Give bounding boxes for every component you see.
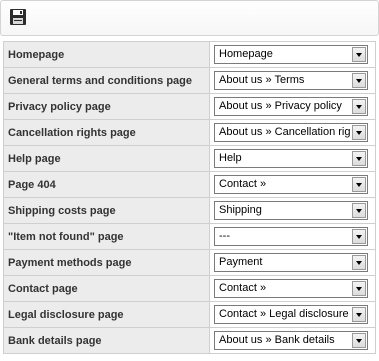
chevron-down-icon[interactable]: [352, 333, 366, 348]
selected-value: Help: [219, 152, 242, 164]
chevron-down-icon[interactable]: [352, 151, 366, 166]
selected-value: Contact » Legal disclosure: [219, 308, 349, 320]
table-row: General terms and conditions page About …: [3, 67, 376, 94]
selected-value: About us » Cancellation rig: [219, 126, 350, 138]
selected-value: ---: [219, 230, 230, 242]
row-label-404: Page 404: [3, 171, 210, 198]
contact-page-select[interactable]: Contact »: [214, 279, 368, 298]
table-row: Legal disclosure page Contact » Legal di…: [3, 301, 376, 328]
selected-value: Payment: [219, 256, 263, 268]
chevron-down-icon[interactable]: [352, 47, 366, 62]
chevron-down-icon[interactable]: [352, 229, 366, 244]
item-not-found-select[interactable]: ---: [214, 227, 368, 246]
chevron-down-icon[interactable]: [352, 307, 366, 322]
selected-value: Homepage: [219, 48, 273, 60]
page-assignment-table: Homepage Homepage General terms and cond…: [3, 41, 376, 354]
homepage-select[interactable]: Homepage: [214, 45, 368, 64]
selected-value: About us » Bank details: [219, 334, 335, 346]
table-row: Privacy policy page About us » Privacy p…: [3, 93, 376, 120]
table-row: Page 404 Contact »: [3, 171, 376, 198]
row-label-help: Help page: [3, 145, 210, 172]
selected-value: Contact »: [219, 282, 267, 294]
table-row: Homepage Homepage: [3, 41, 376, 68]
cancellation-page-select[interactable]: About us » Cancellation rig: [214, 123, 368, 142]
table-row: Cancellation rights page About us » Canc…: [3, 119, 376, 146]
legal-page-select[interactable]: Contact » Legal disclosure: [214, 305, 368, 324]
chevron-down-icon[interactable]: [352, 99, 366, 114]
chevron-down-icon[interactable]: [352, 73, 366, 88]
row-label-payment: Payment methods page: [3, 249, 210, 276]
help-page-select[interactable]: Help: [214, 149, 368, 168]
chevron-down-icon[interactable]: [352, 281, 366, 296]
row-label-shipping: Shipping costs page: [3, 197, 210, 224]
table-row: Bank details page About us » Bank detail…: [3, 327, 376, 354]
selected-value: Shipping: [219, 204, 262, 216]
shipping-page-select[interactable]: Shipping: [214, 201, 368, 220]
table-row: Payment methods page Payment: [3, 249, 376, 276]
row-label-legal: Legal disclosure page: [3, 301, 210, 328]
table-row: "Item not found" page ---: [3, 223, 376, 250]
privacy-page-select[interactable]: About us » Privacy policy: [214, 97, 368, 116]
chevron-down-icon[interactable]: [352, 177, 366, 192]
table-row: Help page Help: [3, 145, 376, 172]
floppy-disk-save-icon[interactable]: [9, 8, 27, 26]
row-label-contact: Contact page: [3, 275, 210, 302]
row-label-privacy: Privacy policy page: [3, 93, 210, 120]
toolbar: [0, 0, 379, 36]
chevron-down-icon[interactable]: [352, 255, 366, 270]
row-label-cancellation: Cancellation rights page: [3, 119, 210, 146]
selected-value: About us » Privacy policy: [219, 100, 342, 112]
terms-page-select[interactable]: About us » Terms: [214, 71, 368, 90]
row-label-bank: Bank details page: [3, 327, 210, 354]
row-label-item-not-found: "Item not found" page: [3, 223, 210, 250]
selected-value: Contact »: [219, 178, 267, 190]
table-row: Shipping costs page Shipping: [3, 197, 376, 224]
row-label-terms: General terms and conditions page: [3, 67, 210, 94]
page-404-select[interactable]: Contact »: [214, 175, 368, 194]
row-label-homepage: Homepage: [3, 41, 210, 68]
payment-page-select[interactable]: Payment: [214, 253, 368, 272]
table-row: Contact page Contact »: [3, 275, 376, 302]
chevron-down-icon[interactable]: [352, 125, 366, 140]
selected-value: About us » Terms: [219, 74, 305, 86]
bank-details-select[interactable]: About us » Bank details: [214, 331, 368, 350]
chevron-down-icon[interactable]: [352, 203, 366, 218]
